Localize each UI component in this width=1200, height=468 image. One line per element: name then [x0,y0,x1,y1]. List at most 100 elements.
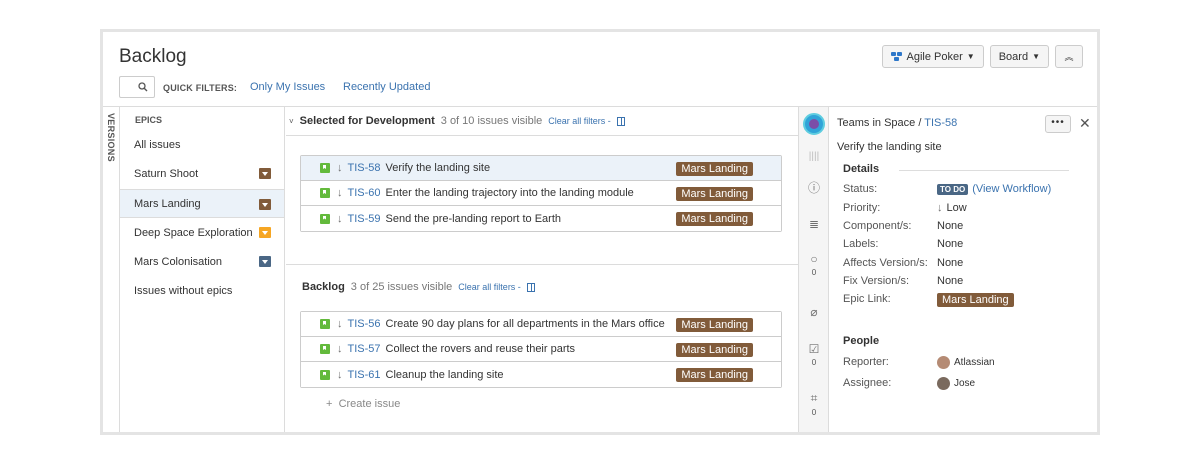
create-issue-button[interactable]: + Create issue [326,398,400,410]
field-label: Affects Version/s: [843,257,928,269]
field-assignee: Assignee: Jose [843,377,1093,390]
priority-low-icon: ↓ [937,202,943,214]
epic-item-all-issues[interactable]: All issues [120,130,284,159]
epic-dropdown-icon[interactable] [259,256,271,267]
issue-row[interactable]: ↓ TIS-56 Create 90 day plans for all dep… [301,312,781,337]
drag-handle-icon[interactable]: |||| [799,151,829,162]
comments-button[interactable]: ○ 0 [799,252,829,277]
checkbox-icon: ☑ [808,342,820,356]
field-labels: Labels: None [843,238,1093,250]
breadcrumb: Teams in Space / TIS-58 [837,117,957,129]
info-icon[interactable]: ⓘ [799,179,829,196]
columns-icon[interactable] [526,282,535,292]
epic-dropdown-icon[interactable] [259,168,271,179]
issue-key[interactable]: TIS-57 [348,343,381,355]
screenshots-count: 0 [811,408,817,417]
issue-row[interactable]: ↓ TIS-57 Collect the rovers and reuse th… [301,337,781,362]
field-fix-version: Fix Version/s: None [843,275,1093,287]
search-icon [138,82,148,92]
agile-poker-icon [890,51,903,62]
story-icon [320,213,330,224]
epic-item-mars-landing[interactable]: Mars Landing [120,189,284,218]
close-icon[interactable]: ✕ [1079,115,1091,132]
versions-tab[interactable]: VERSIONS [103,107,120,432]
field-value[interactable]: None [937,238,963,250]
agile-poker-button[interactable]: Agile Poker ▼ [881,45,984,68]
people-heading: People [843,335,880,347]
sprint-clear-filters-link[interactable]: Clear all filters - [548,116,611,126]
subtasks-button[interactable]: ☑ 0 [799,342,829,367]
toolbar: Agile Poker ▼ Board ▼ ︽ [881,45,1083,68]
description-icon[interactable]: ≣ [799,217,829,231]
issue-key[interactable]: TIS-56 [348,318,381,330]
collapse-header-button[interactable]: ︽ [1055,45,1083,68]
issue-key[interactable]: TIS-60 [348,187,381,199]
issue-row[interactable]: ↓ TIS-59 Send the pre-landing report to … [301,206,781,231]
search-input[interactable] [119,76,155,98]
backlog-issue-count: 3 of 25 issues visible [350,281,453,293]
epic-lozenge: Mars Landing [676,368,753,382]
priority-low-icon: ↓ [337,343,343,355]
screenshot-icon: ⌗ [810,391,818,405]
epic-item-saturn-shoot[interactable]: Saturn Shoot [120,159,284,188]
epic-item-issues-without-epics[interactable]: Issues without epics [120,276,284,305]
issue-row[interactable]: ↓ TIS-61 Cleanup the landing site Mars L… [301,362,781,387]
epic-item-deep-space-exploration[interactable]: Deep Space Exploration [120,218,284,247]
epic-link-lozenge[interactable]: Mars Landing [937,293,1014,307]
issue-row[interactable]: ↓ TIS-58 Verify the landing site Mars La… [301,156,781,181]
reporter-name[interactable]: Atlassian [954,357,995,368]
project-link[interactable]: Teams in Space [837,117,915,129]
assignee-name[interactable]: Jose [954,378,975,389]
quick-filters-label: QUICK FILTERS: [163,83,238,93]
columns-icon[interactable] [616,116,625,126]
issue-row[interactable]: ↓ TIS-60 Enter the landing trajectory in… [301,181,781,206]
field-value[interactable]: None [937,257,963,269]
board-label: Board [998,50,1029,63]
story-icon [320,188,330,198]
field-reporter: Reporter: Atlassian [843,356,1093,369]
epic-item-label: Mars Landing [134,197,201,210]
epic-dropdown-icon[interactable] [259,227,271,238]
field-affects-version: Affects Version/s: None [843,257,1093,269]
create-issue-label: Create issue [338,398,401,410]
epic-lozenge: Mars Landing [676,318,753,332]
epic-item-mars-colonisation[interactable]: Mars Colonisation [120,247,284,276]
sprint-header[interactable]: ˅ Selected for Development 3 of 10 issue… [289,115,625,127]
screenshots-button[interactable]: ⌗ 0 [799,391,829,417]
attachment-icon[interactable]: ⌀ [799,305,829,319]
quick-filter-only-my-issues[interactable]: Only My Issues [250,81,325,93]
epics-heading: EPICS [135,115,163,125]
issue-key[interactable]: TIS-61 [348,369,381,381]
field-label: Priority: [843,202,881,214]
issue-summary: Send the pre-landing report to Earth [385,212,562,225]
avatar [937,377,950,390]
quick-filter-recently-updated[interactable]: Recently Updated [343,81,430,93]
field-value[interactable]: Low [947,202,967,214]
sprint-header-divider [286,135,798,136]
more-actions-button[interactable]: ••• [1045,115,1071,133]
epic-item-label: All issues [134,138,181,151]
field-label: Fix Version/s: [843,275,910,287]
issue-key[interactable]: TIS-58 [348,162,381,174]
field-value[interactable]: None [937,220,963,232]
backlog-clear-filters-link[interactable]: Clear all filters - [458,282,521,292]
issue-key-link[interactable]: TIS-58 [924,117,957,129]
field-label: Assignee: [843,377,892,389]
backlog-issue-list: ↓ TIS-56 Create 90 day plans for all dep… [300,311,782,388]
story-icon [320,344,330,354]
view-workflow-link[interactable]: (View Workflow) [972,183,1051,195]
field-value[interactable]: None [937,275,963,287]
epic-item-label: Issues without epics [134,284,233,297]
plus-icon: + [326,398,333,410]
priority-low-icon: ↓ [337,318,343,330]
versions-tab-label: VERSIONS [106,113,116,162]
issue-summary: Create 90 day plans for all departments … [385,318,665,330]
details-heading: Details [843,163,880,175]
chevron-down-icon[interactable]: ˅ [289,117,294,126]
epic-dropdown-icon[interactable] [259,199,271,210]
board-button[interactable]: Board ▼ [989,45,1049,68]
comment-icon: ○ [810,252,818,266]
issue-key[interactable]: TIS-59 [348,213,381,225]
issue-detail-panel: Teams in Space / TIS-58 ••• ✕ Verify the… [829,107,1097,432]
field-label: Labels: [843,238,879,250]
